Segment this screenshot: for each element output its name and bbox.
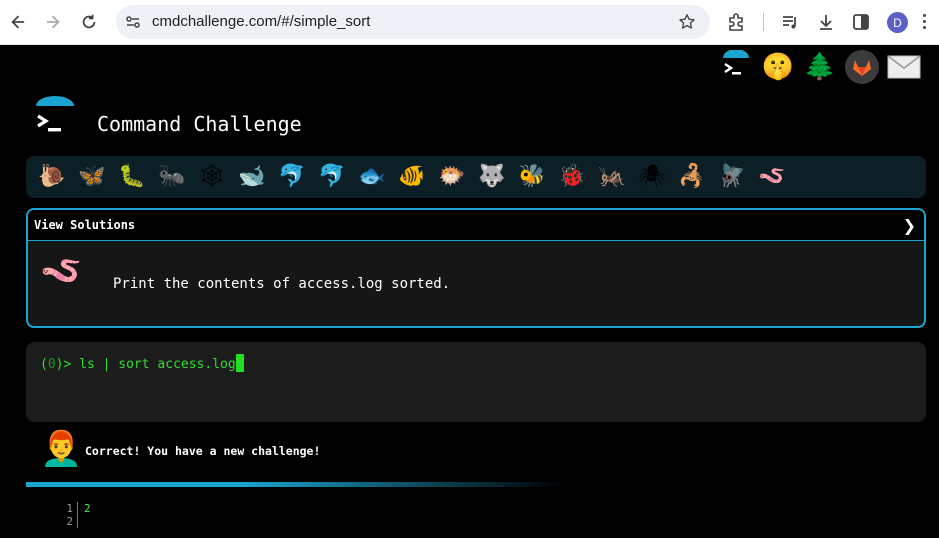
spider-icon[interactable]: 🕷 bbox=[632, 157, 672, 197]
challenge-description: Print the contents of access.log sorted. bbox=[113, 276, 451, 292]
mail-icon[interactable] bbox=[887, 50, 921, 84]
toolbar-divider bbox=[763, 13, 764, 31]
challenge-animal-bar: 🐌 🦋 🐛 🐜 🕸 🐋 🐬 🐬 🐟 🐠 🐡 🐺 🐝 🐞 🦗 🕷 🦂 🪰 🪱 bbox=[26, 156, 926, 198]
media-queue-icon[interactable] bbox=[779, 11, 801, 33]
web-icon[interactable]: 🕸 bbox=[192, 157, 232, 197]
scorpion-icon[interactable]: 🦂 bbox=[672, 157, 712, 197]
arrow-right-icon bbox=[46, 15, 60, 29]
reload-button[interactable] bbox=[76, 9, 102, 35]
dolphin-grey-icon[interactable]: 🐬 bbox=[312, 157, 352, 197]
reload-icon bbox=[82, 14, 96, 29]
profile-avatar[interactable]: D bbox=[887, 12, 908, 33]
download-icon[interactable] bbox=[815, 11, 837, 33]
terminal-input-line[interactable]: (0)> ls | sort access.log bbox=[40, 354, 244, 372]
dolphin-icon[interactable]: 🐬 bbox=[272, 157, 312, 197]
snail-icon[interactable]: 🐌 bbox=[32, 157, 72, 197]
progress-bar bbox=[26, 482, 566, 487]
shushing-face-icon[interactable]: 🤫 bbox=[761, 50, 795, 84]
wolf-icon[interactable]: 🐺 bbox=[472, 157, 512, 197]
bookmark-star-icon[interactable] bbox=[678, 13, 696, 31]
fish-icon[interactable]: 🐟 bbox=[352, 157, 392, 197]
butterfly-icon[interactable]: 🦋 bbox=[72, 157, 112, 197]
fly-icon[interactable]: 🪰 bbox=[712, 157, 752, 197]
tropical-fish-icon[interactable]: 🐠 bbox=[392, 157, 432, 197]
terminal-cursor bbox=[235, 354, 244, 372]
tree-icon[interactable]: 🌲 bbox=[803, 50, 837, 84]
output-line-numbers: 1 2 bbox=[60, 502, 78, 528]
arrow-left-icon bbox=[11, 15, 25, 29]
bee-icon[interactable]: 🐝 bbox=[512, 157, 552, 197]
view-solutions-label: View Solutions bbox=[34, 218, 136, 232]
whale-icon[interactable]: 🐋 bbox=[232, 157, 272, 197]
header-links: 🤫 🌲 bbox=[719, 50, 921, 84]
cricket-icon[interactable]: 🦗 bbox=[592, 157, 632, 197]
gitlab-icon[interactable] bbox=[845, 50, 879, 84]
extensions-icon[interactable] bbox=[725, 11, 747, 33]
challenge-panel: View Solutions ❯ 🪱 Print the contents of… bbox=[26, 208, 926, 328]
more-menu-icon[interactable] bbox=[923, 14, 927, 30]
page-title: Command Challenge bbox=[97, 112, 302, 136]
ladybug-icon[interactable]: 🐞 bbox=[552, 157, 592, 197]
terminal[interactable]: (0)> ls | sort access.log bbox=[26, 342, 926, 422]
prompt-open: ( bbox=[40, 357, 48, 372]
page-content: 🤫 🌲 Command Challenge 🐌 🦋 🐛 🐜 🕸 🐋 🐬 🐬 🐟 🐠 🐡 🐺 🐝 🐞 🦗 🕷 🦂 🪰… bbox=[0, 46, 939, 538]
person-avatar-icon: 👨‍🦰 bbox=[40, 429, 83, 469]
side-panel-icon[interactable] bbox=[850, 11, 872, 33]
caterpillar-icon[interactable]: 🐛 bbox=[112, 157, 152, 197]
result-message: Correct! You have a new challenge! bbox=[85, 444, 321, 458]
site-settings-icon[interactable] bbox=[125, 14, 141, 30]
pufferfish-icon[interactable]: 🐡 bbox=[432, 157, 472, 197]
ant-icon[interactable]: 🐜 bbox=[152, 157, 192, 197]
worm-icon[interactable]: 🪱 bbox=[752, 157, 792, 197]
command-input[interactable]: ls | sort access.log bbox=[79, 357, 236, 372]
browser-toolbar: cmdchallenge.com/#/simple_sort D bbox=[0, 0, 939, 45]
output-text: 2 bbox=[84, 502, 91, 515]
cmdchallenge-logo-icon[interactable] bbox=[719, 50, 753, 84]
forward-button[interactable] bbox=[40, 9, 66, 35]
back-button[interactable] bbox=[5, 9, 31, 35]
worm-icon: 🪱 bbox=[40, 251, 83, 291]
view-solutions-toggle[interactable]: View Solutions ❯ bbox=[28, 210, 924, 241]
url-text[interactable]: cmdchallenge.com/#/simple_sort bbox=[152, 13, 370, 30]
prompt-exit-code: 0 bbox=[47, 357, 56, 372]
prompt-close: )> bbox=[55, 357, 80, 372]
chevron-right-icon[interactable]: ❯ bbox=[903, 216, 916, 235]
address-bar[interactable]: cmdchallenge.com/#/simple_sort bbox=[116, 5, 710, 39]
site-logo-icon bbox=[36, 96, 74, 132]
